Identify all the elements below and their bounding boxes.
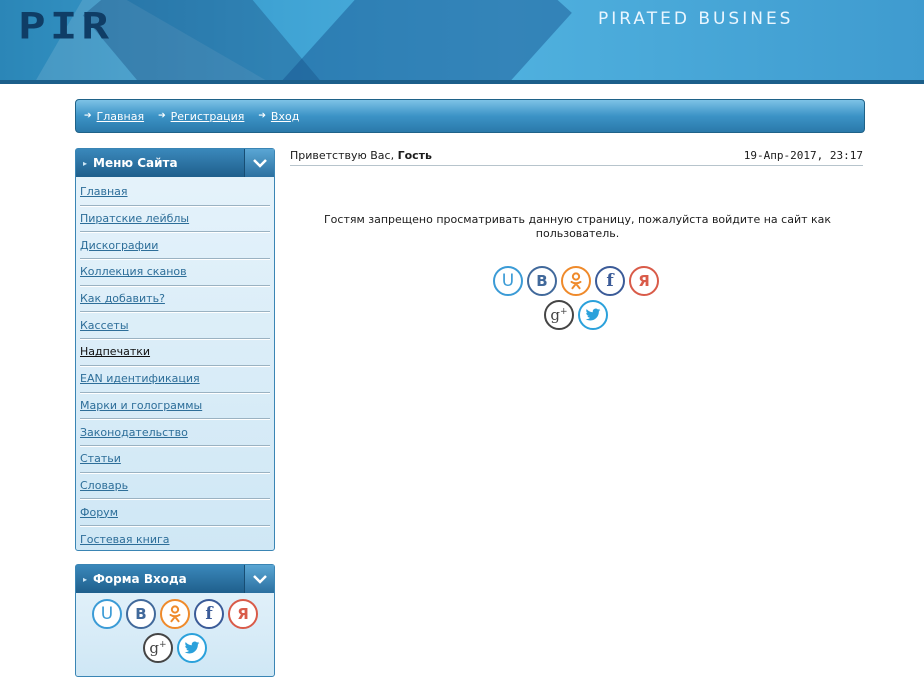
google-plus-button[interactable]: g+: [544, 300, 574, 330]
vk-icon: B: [135, 604, 147, 623]
top-navigation: ➔ Главная ➔ Регистрация ➔ Вход: [75, 99, 865, 133]
greeting: Приветствую Вас, Гость: [290, 149, 433, 162]
ucoz-icon: U: [100, 603, 114, 624]
ucoz-button[interactable]: U: [493, 266, 523, 296]
ucoz-button[interactable]: U: [92, 599, 122, 629]
menu-link-how-to-add[interactable]: Как добавить?: [80, 292, 165, 305]
nav-link-home[interactable]: Главная: [97, 110, 145, 123]
odnoklassniki-button[interactable]: [561, 266, 591, 296]
menu-item: Словарь: [80, 473, 270, 500]
login-form-title: Форма Входа: [93, 572, 187, 586]
facebook-icon: f: [205, 603, 213, 624]
vk-button[interactable]: B: [527, 266, 557, 296]
menu-item: Законодательство: [80, 419, 270, 446]
nav-item-registration: ➔ Регистрация: [158, 110, 244, 123]
arrow-icon: ➔: [258, 111, 266, 121]
login-form-block: ▸ Форма Входа U Bf Яg+: [75, 564, 275, 677]
yandex-icon: Я: [638, 271, 650, 290]
menu-item: Марки и голограммы: [80, 393, 270, 420]
twitter-icon: [585, 308, 601, 322]
odnoklassniki-button[interactable]: [160, 599, 190, 629]
chevron-down-icon: [252, 575, 267, 584]
odnoklassniki-icon: [168, 605, 182, 623]
site-menu-block: ▸ Меню Сайта Главная Пиратские лейблы Ди…: [75, 148, 275, 551]
site-menu-list: Главная Пиратские лейблы Дискографии Кол…: [76, 177, 274, 559]
welcome-bar: Приветствую Вас, Гость 19-Апр-2017, 23:1…: [290, 146, 863, 166]
menu-item: Форум: [80, 499, 270, 526]
twitter-button[interactable]: [177, 633, 207, 663]
menu-link-cassettes[interactable]: Кассеты: [80, 319, 129, 332]
menu-link-legislation[interactable]: Законодательство: [80, 426, 188, 439]
facebook-button[interactable]: f: [194, 599, 224, 629]
vk-button[interactable]: B: [126, 599, 156, 629]
bullet-icon: ▸: [83, 574, 88, 584]
menu-link-guestbook[interactable]: Гостевая книга: [80, 533, 170, 546]
google-plus-icon: g+: [550, 305, 568, 324]
odnoklassniki-icon: [569, 272, 583, 290]
ucoz-icon: U: [501, 270, 515, 291]
site-menu-header: ▸ Меню Сайта: [76, 149, 274, 177]
site-header: PIR PIRATED BUSINES: [0, 0, 924, 84]
bullet-icon: ▸: [83, 158, 88, 168]
nav-link-login[interactable]: Вход: [271, 110, 299, 123]
access-denied-message: Гостям запрещено просматривать данную ст…: [323, 213, 832, 240]
menu-link-home[interactable]: Главная: [80, 185, 128, 198]
menu-item: Как добавить?: [80, 286, 270, 313]
menu-link-forum[interactable]: Форум: [80, 506, 118, 519]
menu-link-dictionary[interactable]: Словарь: [80, 479, 128, 492]
menu-item: Статьи: [80, 446, 270, 473]
username: Гость: [397, 149, 433, 162]
facebook-button[interactable]: f: [595, 266, 625, 296]
site-logo[interactable]: PIR: [18, 4, 113, 47]
menu-item: EAN идентификация: [80, 366, 270, 393]
twitter-button[interactable]: [578, 300, 608, 330]
twitter-icon: [184, 641, 200, 655]
yandex-button[interactable]: Я: [629, 266, 659, 296]
menu-link-holograms[interactable]: Марки и голограммы: [80, 399, 202, 412]
nav-item-home: ➔ Главная: [84, 110, 144, 123]
yandex-button[interactable]: Я: [228, 599, 258, 629]
main-social-buttons: U Bf Яg+: [490, 264, 662, 332]
google-plus-icon: g+: [149, 638, 167, 657]
menu-item: Надпечатки: [80, 339, 270, 366]
google-plus-button[interactable]: g+: [143, 633, 173, 663]
login-social-buttons: U Bf Яg+: [76, 593, 274, 665]
login-form-header: ▸ Форма Входа: [76, 565, 274, 593]
menu-item: Коллекция сканов: [80, 259, 270, 286]
menu-item: Пиратские лейблы: [80, 206, 270, 233]
vk-icon: B: [536, 271, 548, 290]
nav-item-login: ➔ Вход: [258, 110, 299, 123]
nav-link-registration[interactable]: Регистрация: [171, 110, 245, 123]
menu-link-pirate-labels[interactable]: Пиратские лейблы: [80, 212, 189, 225]
collapse-toggle[interactable]: [244, 565, 274, 593]
arrow-icon: ➔: [84, 111, 92, 121]
page: PIR PIRATED BUSINES ➔ Главная ➔ Регистра…: [0, 0, 924, 688]
menu-link-overprints[interactable]: Надпечатки: [80, 345, 150, 358]
menu-item: Главная: [80, 179, 270, 206]
menu-item: Гостевая книга: [80, 526, 270, 553]
menu-link-discographies[interactable]: Дискографии: [80, 239, 158, 252]
current-datetime: 19-Апр-2017, 23:17: [743, 149, 863, 162]
arrow-icon: ➔: [158, 111, 166, 121]
menu-item: Дискографии: [80, 232, 270, 260]
collapse-toggle[interactable]: [244, 149, 274, 177]
menu-item: Кассеты: [80, 312, 270, 340]
chevron-down-icon: [252, 159, 267, 168]
menu-link-scans[interactable]: Коллекция сканов: [80, 265, 187, 278]
facebook-icon: f: [606, 270, 614, 291]
site-tagline: PIRATED BUSINES: [598, 9, 794, 29]
menu-link-ean[interactable]: EAN идентификация: [80, 372, 200, 385]
site-menu-title: Меню Сайта: [93, 156, 178, 170]
menu-link-articles[interactable]: Статьи: [80, 452, 121, 465]
yandex-icon: Я: [237, 604, 249, 623]
